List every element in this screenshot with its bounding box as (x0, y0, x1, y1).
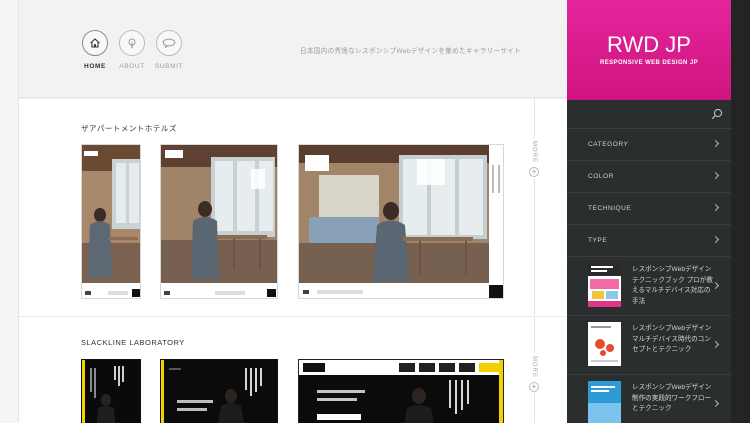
screenshot-tablet[interactable] (160, 144, 278, 299)
more-line-top (534, 99, 535, 139)
lightbulb-icon (119, 30, 145, 56)
nav-submit-label: SUBMIT (154, 63, 184, 70)
book-cover (588, 381, 621, 423)
nav-home[interactable]: HOME (81, 30, 109, 70)
chevron-right-icon (711, 235, 720, 244)
more-link[interactable]: MORE + (525, 141, 543, 177)
sidebar: RWD JP RESPONSIVE WEB DESIGN JP CATEGORY… (567, 0, 750, 423)
more-label: MORE (531, 356, 537, 378)
sidebar-edge-strip (731, 0, 750, 423)
logo-subtitle: RESPONSIVE WEB DESIGN JP (600, 60, 698, 66)
book-title: レスポンシブWebデザイン 制作の実践的ワークフローとテクニック (632, 384, 712, 412)
screenshot-tablet[interactable] (160, 359, 278, 423)
book-cover (588, 322, 621, 366)
book-item[interactable]: レスポンシブWebデザイン テクニックブック プロが教えるマルチデバイス対応の手… (567, 258, 731, 316)
more-line-top (534, 317, 535, 353)
sidebar-item-technique[interactable]: TECHNIQUE (567, 193, 731, 225)
sidebar-item-type[interactable]: TYPE (567, 225, 731, 257)
more-label: MORE (531, 141, 537, 163)
entry-title[interactable]: ザアパートメントホテルズ (81, 123, 177, 134)
sidebar-item-label: COLOR (588, 173, 614, 180)
site-logo[interactable]: RWD JP RESPONSIVE WEB DESIGN JP (567, 0, 731, 100)
chevron-right-icon (711, 203, 720, 212)
plus-icon: + (529, 167, 539, 177)
gallery-main: ザアパートメントホテルズ MORE + SLACKLINE LABORATORY… (19, 99, 567, 423)
gallery-entry: ザアパートメントホテルズ MORE + (19, 99, 567, 315)
nav-home-label: HOME (84, 63, 106, 70)
logo-text: RWD JP (607, 32, 691, 57)
sidebar-item-label: TYPE (588, 237, 608, 244)
entry-title[interactable]: SLACKLINE LABORATORY (81, 338, 185, 347)
screenshot-desktop[interactable] (298, 144, 504, 299)
search-bar[interactable] (567, 100, 731, 129)
site-tagline: 日本国内の秀逸なレスポンシブWebデザインを集めたギャラリーサイト (300, 48, 522, 55)
book-title: レスポンシブWebデザイン マルチデバイス時代のコンセプトとテクニック (632, 325, 712, 353)
home-icon (82, 30, 108, 56)
sidebar-item-color[interactable]: COLOR (567, 161, 731, 193)
sidebar-item-label: TECHNIQUE (588, 205, 632, 212)
more-link[interactable]: MORE + (525, 356, 543, 392)
more-line-bottom (534, 179, 535, 315)
book-item[interactable]: レスポンシブWebデザイン マルチデバイス時代のコンセプトとテクニック (567, 317, 731, 375)
screenshot-desktop[interactable] (298, 359, 504, 423)
chevron-right-icon (711, 171, 720, 180)
book-title: レスポンシブWebデザイン テクニックブック プロが教えるマルチデバイス対応の手… (632, 266, 713, 305)
sidebar-item-label: CATEGORY (588, 141, 629, 148)
chevron-right-icon (711, 139, 720, 148)
sidebar-item-category[interactable]: CATEGORY (567, 129, 731, 161)
nav-about[interactable]: ABOUT (118, 30, 146, 70)
book-cover (588, 263, 621, 307)
book-item[interactable]: レスポンシブWebデザイン 制作の実践的ワークフローとテクニック (567, 376, 731, 423)
left-margin-strip (0, 0, 19, 423)
screenshot-smartphone[interactable] (81, 359, 141, 423)
more-line-bottom (534, 393, 535, 423)
site-header: HOME ABOUT SUBMIT 日本国内の秀逸なレスポンシブWebデザインを… (19, 0, 567, 98)
speech-bubble-icon (156, 30, 182, 56)
search-icon[interactable] (711, 107, 723, 125)
screenshot-smartphone[interactable] (81, 144, 141, 299)
plus-icon: + (529, 382, 539, 392)
nav-about-label: ABOUT (119, 63, 145, 70)
main-nav: HOME ABOUT SUBMIT (81, 30, 183, 70)
gallery-entry: SLACKLINE LABORATORY MORE + (19, 317, 567, 423)
nav-submit[interactable]: SUBMIT (155, 30, 183, 70)
